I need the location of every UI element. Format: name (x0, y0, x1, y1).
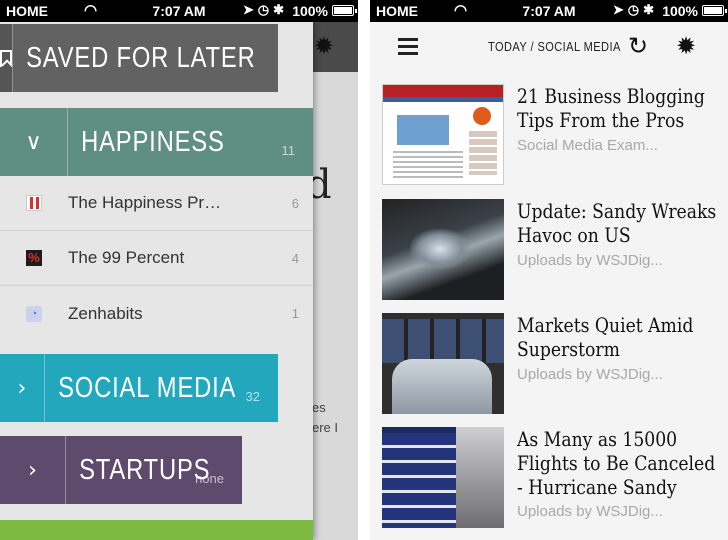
feed-count: 6 (291, 195, 299, 211)
category-count: none (195, 471, 224, 486)
top-navbar: TODAY / SOCIAL MEDIA ↻ ✹ (370, 22, 728, 72)
status-icons: ➤◷✱ (243, 2, 288, 18)
category-label: STARTUPS (79, 453, 211, 486)
category-count: 11 (281, 143, 296, 158)
page-title: TODAY / SOCIAL MEDIA (488, 39, 621, 54)
category-social-media[interactable]: › SOCIAL MEDIA 32 (0, 354, 278, 422)
article-item[interactable]: As Many as 15000 Flights to Be Canceled … (382, 427, 722, 531)
status-bar: HOME ◠ 7:07 AM ➤◷✱ 100% (370, 0, 728, 22)
article-source: Uploads by WSJDig... (517, 252, 663, 269)
category-drawer: SAVED FOR LATER ∨ HAPPINESS 11 The Happi… (0, 22, 313, 540)
battery-icon (702, 5, 727, 16)
article-item[interactable]: 21 Business Blogging Tips From the Pros … (382, 84, 722, 188)
location-icon: ➤ (612, 2, 628, 17)
category-label: SOCIAL MEDIA (57, 371, 237, 404)
status-bar: HOME ◠ 7:07 AM ➤◷✱ 100% (0, 0, 358, 22)
article-title: Markets Quiet Amid Superstorm (517, 313, 694, 361)
battery-percent: 100% (662, 3, 698, 19)
article-thumbnail (382, 427, 504, 528)
bluetooth-icon: ✱ (643, 2, 658, 17)
background-article-text: ere I (312, 420, 339, 435)
feed-item-happiness-project[interactable]: The Happiness Pr… 6 (0, 176, 313, 231)
feed-count: 1 (291, 306, 299, 321)
menu-icon[interactable] (398, 38, 418, 55)
clock-icon: ◷ (257, 2, 274, 17)
location-icon: ➤ (242, 2, 258, 17)
background-article-text: es (312, 400, 326, 415)
battery-icon (332, 5, 357, 16)
article-source: Social Media Exam... (517, 137, 658, 154)
article-thumbnail (382, 313, 504, 414)
article-title: As Many as 15000 Flights to Be Canceled … (517, 427, 716, 499)
feed-name: The 99 Percent (68, 248, 185, 267)
bookmark-icon (0, 24, 13, 92)
feed-item-99-percent[interactable]: % The 99 Percent 4 (0, 231, 313, 286)
status-icons: ➤◷✱ (613, 2, 658, 18)
refresh-icon[interactable]: ↻ (628, 32, 648, 60)
category-label: SAVED FOR LATER (26, 41, 256, 74)
rss-icon: ◔ (26, 305, 42, 322)
category-count: 32 (245, 389, 260, 404)
category-saved-for-later[interactable]: SAVED FOR LATER (0, 24, 278, 92)
article-thumbnail (382, 84, 504, 185)
chevron-right-icon[interactable]: › (0, 436, 66, 504)
settings-star-icon[interactable]: ✹ (676, 32, 696, 60)
left-screen: HOME ◠ 7:07 AM ➤◷✱ 100% ✹ d es ere I SAV… (0, 0, 358, 540)
clock-icon: ◷ (627, 2, 644, 17)
category-label: HAPPINESS (81, 125, 225, 158)
article-title: Update: Sandy Wreaks Havoc on US (517, 199, 717, 247)
feed-count: 4 (291, 250, 299, 266)
bluetooth-icon: ✱ (273, 2, 288, 17)
settings-star-icon: ✹ (313, 33, 334, 60)
article-title: 21 Business Blogging Tips From the Pros (517, 84, 705, 132)
article-item[interactable]: Markets Quiet Amid Superstorm Uploads by… (382, 313, 722, 417)
article-source: Uploads by WSJDig... (517, 366, 663, 383)
category-startups[interactable]: › STARTUPS none (0, 436, 242, 504)
99-percent-icon: % (26, 250, 42, 266)
feed-name: Zenhabits (68, 303, 143, 323)
chevron-right-icon[interactable]: › (0, 354, 45, 422)
feed-item-zenhabits[interactable]: ◔ Zenhabits 1 (0, 286, 313, 341)
battery-percent: 100% (292, 3, 328, 19)
article-thumbnail (382, 199, 504, 300)
happiness-project-icon (26, 195, 42, 211)
category-next[interactable] (0, 520, 313, 540)
article-item[interactable]: Update: Sandy Wreaks Havoc on US Uploads… (382, 199, 722, 303)
article-source: Uploads by WSJDig... (517, 503, 663, 520)
chevron-down-icon[interactable]: ∨ (0, 108, 68, 176)
category-happiness[interactable]: ∨ HAPPINESS 11 (0, 108, 313, 176)
right-screen: HOME ◠ 7:07 AM ➤◷✱ 100% TODAY / SOCIAL M… (370, 0, 728, 540)
feed-name: The Happiness Pr… (68, 193, 222, 212)
